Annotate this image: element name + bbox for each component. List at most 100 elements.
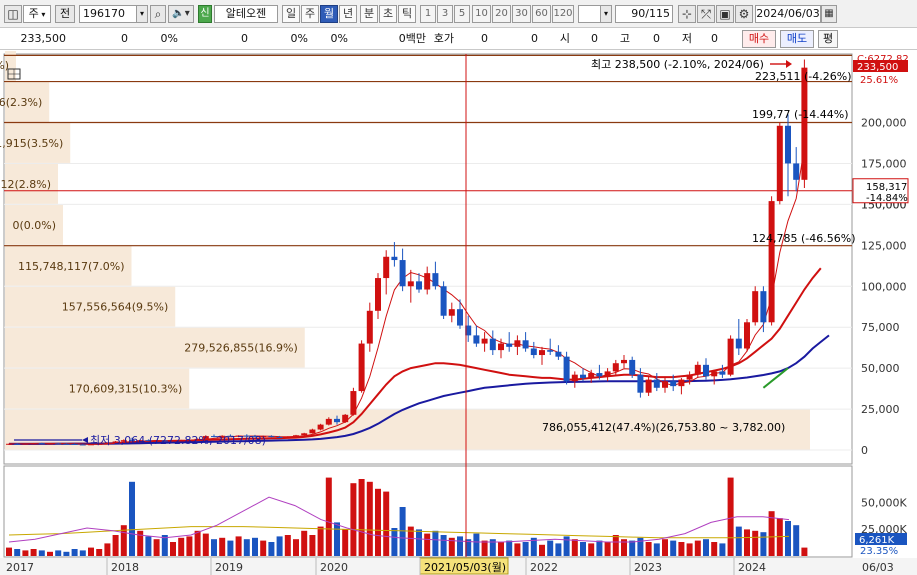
- volume-bar: [785, 521, 791, 556]
- volume-bar: [227, 540, 234, 556]
- candle-body: [506, 343, 513, 347]
- volume-bar: [350, 483, 357, 556]
- volume-bar: [694, 540, 701, 556]
- low-label: 저: [681, 32, 692, 45]
- volume-bar: [112, 535, 119, 556]
- buy-button[interactable]: 매수: [742, 30, 776, 48]
- current-price: 233,500: [20, 32, 67, 45]
- code-input[interactable]: 196170: [79, 5, 137, 23]
- volume-bar: [760, 532, 767, 556]
- window-icon[interactable]: ◫: [4, 5, 22, 23]
- period-week[interactable]: 주: [301, 5, 319, 23]
- price-chart[interactable]: 6,261,158(0.4%)37,639,376(2.3%)58,591,91…: [0, 51, 917, 575]
- period-day[interactable]: 일: [282, 5, 300, 23]
- level-annotation: 124,785 (-46.56%): [752, 232, 855, 245]
- volume-bar: [325, 477, 332, 556]
- candle-body: [670, 381, 677, 387]
- sell-button[interactable]: 매도: [780, 30, 814, 48]
- candle-body: [473, 335, 480, 344]
- candle-body: [629, 359, 636, 375]
- candle-body: [801, 67, 808, 180]
- toolbar: ◫ 주 ▾ 전 196170 ▾ ⌕ 🔈▾ 신 알테오젠 일 주 월 년 분 초…: [0, 0, 917, 28]
- candle-body: [399, 260, 406, 287]
- interval-60[interactable]: 60: [532, 5, 551, 23]
- volume-bar: [752, 530, 759, 556]
- y-tick-label: 0: [861, 444, 868, 457]
- gear-icon[interactable]: ⚙: [735, 5, 753, 23]
- volume-bar: [358, 479, 365, 556]
- candle-body: [309, 429, 316, 434]
- count-field[interactable]: 90/115: [615, 5, 673, 23]
- period-year[interactable]: 년: [339, 5, 357, 23]
- volume-value: 0: [241, 32, 248, 45]
- candle-body: [391, 256, 398, 261]
- avg-button[interactable]: 평: [818, 30, 838, 48]
- period-second[interactable]: 초: [379, 5, 397, 23]
- search-icon[interactable]: ⌕: [150, 5, 166, 23]
- volume-bar: [284, 535, 291, 556]
- volume-bar: [645, 542, 652, 556]
- open-label: 시: [559, 32, 570, 45]
- sin-badge: 신: [198, 5, 212, 23]
- period-tick[interactable]: 틱: [398, 5, 416, 23]
- interval-1[interactable]: 1: [420, 5, 436, 23]
- quote-label: 호가: [433, 32, 454, 45]
- volume-bar: [88, 547, 94, 556]
- volume-bar: [432, 530, 439, 556]
- low-annotation: 최저 3,064 (7272.82%, 2017/08): [90, 434, 266, 447]
- y-tick-label: 50,000: [861, 362, 900, 375]
- volume-bar: [30, 549, 37, 556]
- interval-dropdown-icon[interactable]: ▾: [600, 5, 612, 23]
- volume-bar: [514, 543, 521, 556]
- volume-bar: [235, 536, 242, 556]
- candle-body: [457, 309, 463, 326]
- speaker-icon[interactable]: 🔈▾: [168, 5, 194, 23]
- y-axis: 200,000175,000150,000125,000100,00075,00…: [852, 54, 909, 557]
- candle-body: [596, 373, 603, 377]
- volume-bar: [334, 522, 340, 556]
- volume-profile-bottom-label: 786,055,412(47.4%)(26,753.80 ~ 3,782.00): [542, 421, 785, 434]
- candle-body: [612, 363, 619, 372]
- volume-bar: [276, 536, 283, 556]
- volume-bar: [703, 539, 709, 556]
- interval-5[interactable]: 5: [454, 5, 470, 23]
- volume-profile-label: 46,162,612(2.8%): [0, 178, 51, 191]
- volume-bar: [14, 549, 21, 556]
- interval-3[interactable]: 3: [437, 5, 453, 23]
- volume-bar: [399, 507, 406, 556]
- volume-bar: [481, 540, 488, 556]
- volume-bar: [96, 549, 103, 556]
- chart-icon[interactable]: ⤱: [697, 5, 715, 23]
- market-select[interactable]: 주 ▾: [23, 5, 51, 23]
- crosshair-icon[interactable]: ⊹: [678, 5, 696, 23]
- period-month[interactable]: 월: [320, 5, 338, 23]
- volume-profile-label: 115,748,117(7.0%): [18, 260, 125, 273]
- volume-bar: [522, 542, 529, 556]
- calendar-icon[interactable]: ▦: [821, 5, 837, 23]
- candle-body: [735, 338, 742, 349]
- volume-pct-label: 23.35%: [860, 546, 898, 557]
- candle-body: [416, 281, 422, 290]
- interval-20[interactable]: 20: [492, 5, 511, 23]
- period-minute[interactable]: 분: [360, 5, 378, 23]
- candle-body: [424, 273, 431, 290]
- save-icon[interactable]: ▣: [716, 5, 734, 23]
- current-price-tag-label: 233,500: [857, 62, 898, 73]
- candle-body: [317, 424, 324, 430]
- code-dropdown-icon[interactable]: ▾: [136, 5, 148, 23]
- date-field[interactable]: 2024/06/03: [755, 5, 821, 23]
- volume-bar: [309, 535, 316, 556]
- candle-body: [752, 291, 759, 323]
- interval-120[interactable]: 120: [552, 5, 574, 23]
- interval-30[interactable]: 30: [512, 5, 531, 23]
- volume-bar: [727, 477, 734, 556]
- volume-bar: [604, 542, 611, 556]
- volume-bar: [440, 535, 447, 556]
- market-label[interactable]: 전: [55, 5, 75, 23]
- low-value: 0: [711, 32, 718, 45]
- candle-body: [358, 343, 365, 392]
- interval-10[interactable]: 10: [472, 5, 491, 23]
- volume-profile-label: 157,556,564(9.5%): [62, 301, 169, 314]
- volume-bar: [38, 550, 45, 556]
- candle-body: [522, 340, 529, 349]
